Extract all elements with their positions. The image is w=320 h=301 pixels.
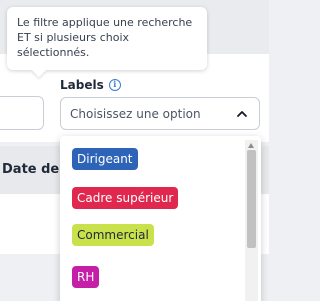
labels-dropdown: Dirigeant Cadre supérieur Commercial RH (60, 136, 261, 301)
scroll-thumb[interactable] (247, 150, 256, 248)
chevron-up-icon (237, 110, 247, 117)
labels-title-text: Labels (60, 78, 104, 92)
info-icon[interactable]: i (108, 79, 121, 91)
scroll-up-arrow-icon[interactable] (248, 143, 254, 148)
option-dirigeant[interactable]: Dirigeant (72, 148, 138, 170)
page: Labels i Choisissez une option Date de m… (0, 0, 269, 301)
info-tooltip: Le filtre applique une recherche ET si p… (7, 7, 207, 78)
filter-input[interactable] (0, 96, 44, 130)
option-commercial[interactable]: Commercial (72, 224, 154, 246)
option-rh[interactable]: RH (72, 266, 100, 288)
tooltip-text: Le filtre applique une recherche ET si p… (17, 16, 193, 59)
dropdown-scrollbar[interactable] (245, 140, 258, 301)
labels-select-placeholder: Choisissez une option (70, 106, 201, 121)
option-cadre-superieur[interactable]: Cadre supérieur (72, 187, 179, 209)
labels-select[interactable]: Choisissez une option (60, 97, 260, 130)
labels-filter-title: Labels i (60, 78, 121, 92)
